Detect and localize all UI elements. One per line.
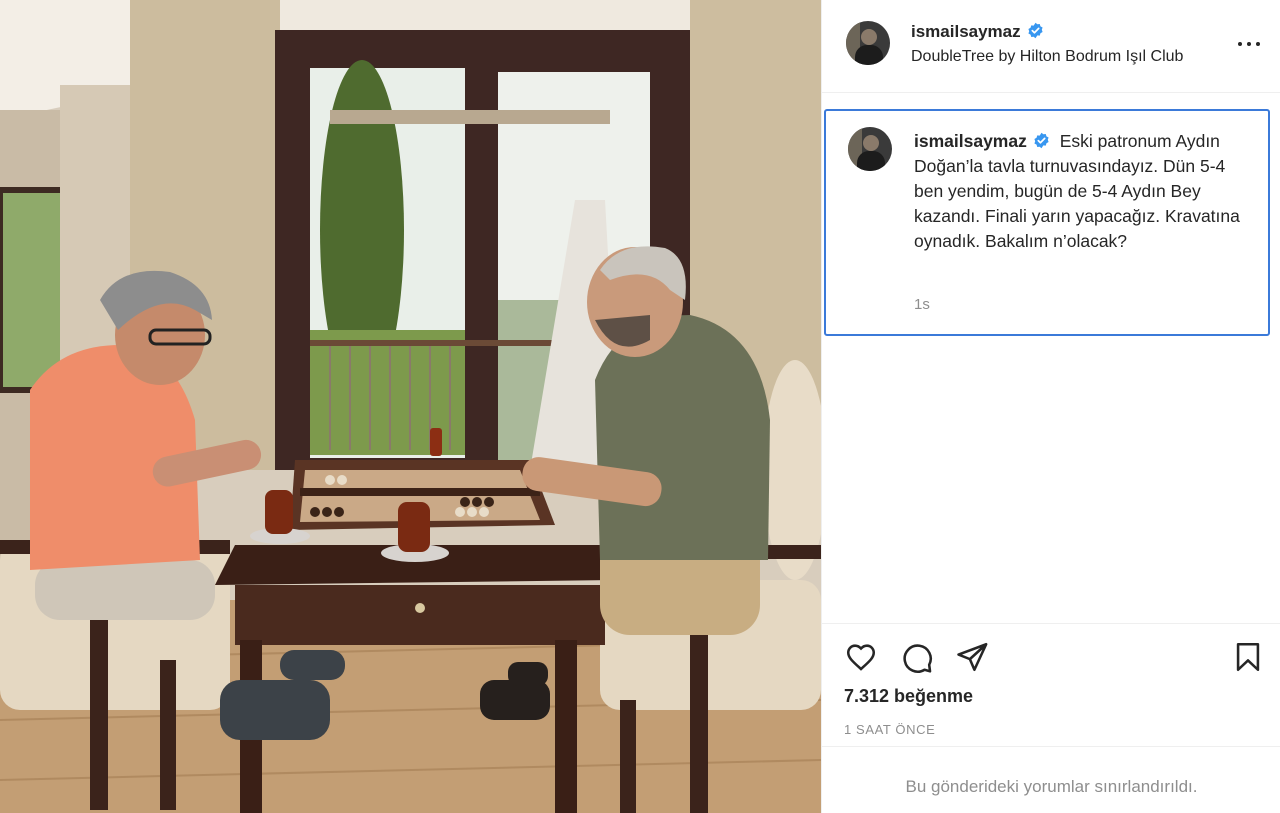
- comments-restricted-notice: Bu gönderideki yorumlar sınırlandırıldı.: [905, 777, 1198, 796]
- caption-comment[interactable]: ismailsaymaz Eski patronum Aydın Doğan’l…: [824, 109, 1270, 336]
- post-header: ismailsaymaz DoubleTree by Hilton Bodrum…: [822, 0, 1280, 93]
- post-actions-bar: [822, 623, 1280, 673]
- caption-text-block: ismailsaymaz Eski patronum Aydın Doğan’l…: [914, 129, 1259, 254]
- send-icon[interactable]: [955, 640, 989, 674]
- header-username-row: ismailsaymaz: [911, 22, 1044, 42]
- likes-count[interactable]: 7.312 beğenme: [844, 686, 973, 707]
- heart-icon[interactable]: [844, 640, 878, 674]
- caption-timestamp[interactable]: 1s: [914, 296, 930, 313]
- header-username[interactable]: ismailsaymaz: [911, 22, 1021, 41]
- caption-avatar[interactable]: [848, 127, 892, 171]
- verified-badge-icon: [1028, 22, 1043, 39]
- post-photo-illustration: [0, 0, 821, 813]
- comments-restricted-bar: Bu gönderideki yorumlar sınırlandırıldı.: [822, 746, 1280, 813]
- caption-username[interactable]: ismailsaymaz: [914, 131, 1027, 151]
- verified-badge-icon: [1034, 132, 1049, 149]
- post-time-ago[interactable]: 1 SAAT ÖNCE: [844, 722, 935, 737]
- bookmark-icon[interactable]: [1231, 640, 1265, 674]
- comment-icon[interactable]: [900, 640, 934, 674]
- more-options-icon[interactable]: [1237, 32, 1261, 56]
- post-photo[interactable]: [0, 0, 821, 813]
- profile-avatar[interactable]: [846, 21, 890, 65]
- post-side-panel: ismailsaymaz DoubleTree by Hilton Bodrum…: [821, 0, 1280, 813]
- post-location[interactable]: DoubleTree by Hilton Bodrum Işıl Club: [911, 48, 1183, 66]
